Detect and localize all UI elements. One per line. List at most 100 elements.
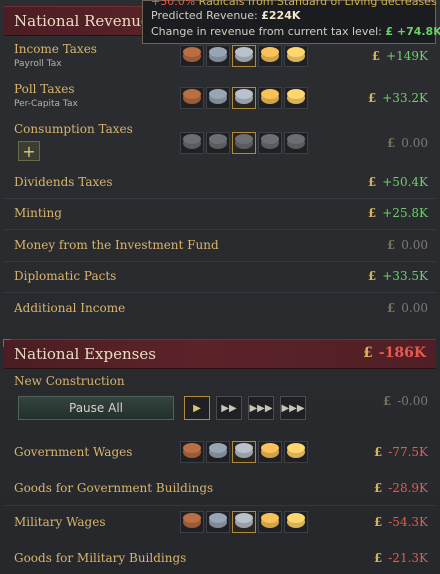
disabled-coins-icon: [235, 137, 253, 149]
investment-fund-value: £0.00: [386, 238, 428, 252]
iron-coins-icon: [209, 446, 227, 458]
copper-coins-icon: [183, 446, 201, 458]
tax-level-very-high[interactable]: [284, 45, 308, 67]
wage-level-very-high[interactable]: [284, 511, 308, 533]
national-expenses-title: National Expenses: [14, 345, 156, 363]
row-divider: [4, 292, 436, 293]
wage-level-very-low[interactable]: [180, 441, 204, 463]
tax-level-medium[interactable]: [232, 45, 256, 67]
tax-level-low[interactable]: [206, 132, 230, 154]
wage-level-low[interactable]: [206, 511, 230, 533]
row-divider: [4, 229, 436, 230]
tax-level-medium[interactable]: [232, 132, 256, 154]
poll-taxes-label: Poll Taxes: [14, 82, 75, 96]
tax-level-high[interactable]: [258, 45, 282, 67]
construction-speed-selector: ▶ ▶▶ ▶▶▶ ▶▶▶: [184, 396, 306, 420]
goods-military-label: Goods for Military Buildings: [14, 551, 187, 565]
row-divider: [4, 198, 436, 199]
goods-government-label: Goods for Government Buildings: [14, 481, 214, 495]
poll-tax-level-selector: [180, 87, 308, 109]
diplomatic-pacts-label: Diplomatic Pacts: [14, 269, 117, 283]
consumption-tax-level-selector: [180, 132, 308, 154]
wage-level-medium[interactable]: [232, 511, 256, 533]
expense-row-government-wages[interactable]: Government Wages £ -77.5K: [4, 440, 436, 466]
tax-level-very-low[interactable]: [180, 87, 204, 109]
speed-4-button[interactable]: ▶▶▶: [280, 396, 306, 420]
income-taxes-sublabel: Payroll Tax: [14, 59, 62, 69]
silver-coins-icon: [235, 92, 253, 104]
consumption-taxes-label: Consumption Taxes: [14, 122, 133, 136]
military-wages-level-selector: [180, 511, 308, 533]
tax-level-medium[interactable]: [232, 87, 256, 109]
goods-government-value: £ -28.9K: [373, 481, 428, 495]
speed-2-button[interactable]: ▶▶: [216, 396, 242, 420]
additional-income-value: £0.00: [386, 301, 428, 315]
tooltip-predicted-revenue: Predicted Revenue: £224K: [151, 9, 301, 22]
revenue-row-dividends-taxes: Dividends Taxes £ +50.4K: [4, 173, 436, 195]
speed-1-button[interactable]: ▶: [184, 396, 210, 420]
tax-level-very-low[interactable]: [180, 45, 204, 67]
national-revenue-title: National Revenue: [14, 12, 150, 30]
wage-level-low[interactable]: [206, 441, 230, 463]
minting-value: £ +25.8K: [367, 206, 428, 220]
expense-row-goods-government: Goods for Government Buildings £ -28.9K: [4, 479, 436, 501]
row-divider: [4, 505, 436, 506]
goods-military-value: £ -21.3K: [373, 551, 428, 565]
silver-coins-icon: [235, 516, 253, 528]
poll-taxes-sublabel: Per-Capita Tax: [14, 99, 78, 109]
expense-row-military-wages[interactable]: Military Wages £ -54.3K: [4, 510, 436, 536]
military-wages-label: Military Wages: [14, 515, 106, 529]
consumption-taxes-value: £0.00: [386, 136, 428, 150]
tax-level-high[interactable]: [258, 132, 282, 154]
expense-row-new-construction: New Construction Pause All ▶ ▶▶ ▶▶▶ ▶▶▶ …: [4, 372, 436, 428]
tax-level-low[interactable]: [206, 45, 230, 67]
tax-level-very-high[interactable]: [284, 132, 308, 154]
new-construction-label: New Construction: [14, 374, 125, 388]
gold-stack-icon: [287, 446, 305, 458]
tax-level-high[interactable]: [258, 87, 282, 109]
revenue-row-investment-fund: Money from the Investment Fund £0.00: [4, 236, 436, 258]
wage-level-very-high[interactable]: [284, 441, 308, 463]
wage-level-high[interactable]: [258, 441, 282, 463]
wage-level-very-low[interactable]: [180, 511, 204, 533]
budget-panel: National Revenue Income Taxes Payroll Ta…: [0, 0, 440, 574]
income-taxes-label: Income Taxes: [14, 42, 97, 56]
wage-level-high[interactable]: [258, 511, 282, 533]
diplomatic-pacts-value: £ +33.5K: [367, 269, 428, 283]
military-wages-value: £ -54.3K: [373, 515, 428, 529]
tax-level-low[interactable]: [206, 87, 230, 109]
add-consumption-tax-button[interactable]: +: [18, 141, 40, 161]
additional-income-label: Additional Income: [14, 301, 126, 315]
revenue-row-consumption-taxes[interactable]: Consumption Taxes + £0.00: [4, 120, 436, 168]
government-wages-level-selector: [180, 441, 308, 463]
silver-coins-icon: [235, 50, 253, 62]
dividends-taxes-value: £ +50.4K: [367, 175, 428, 189]
row-divider: [4, 261, 436, 262]
tooltip-revenue-change: Change in revenue from current tax level…: [151, 25, 440, 38]
wage-level-medium[interactable]: [232, 441, 256, 463]
tooltip-radicals-line: +30.0% Radicals from Standard of Living …: [151, 0, 437, 8]
gold-coins-icon: [261, 516, 279, 528]
disabled-coins-icon: [287, 137, 305, 149]
dividends-taxes-label: Dividends Taxes: [14, 175, 113, 189]
tax-level-tooltip: +30.0% Radicals from Standard of Living …: [142, 0, 440, 44]
speed-3-button[interactable]: ▶▶▶: [248, 396, 274, 420]
gold-coins-icon: [261, 446, 279, 458]
investment-fund-label: Money from the Investment Fund: [14, 238, 219, 252]
expense-row-goods-military: Goods for Military Buildings £ -21.3K: [4, 549, 436, 571]
copper-coins-icon: [183, 92, 201, 104]
copper-coins-icon: [183, 516, 201, 528]
frame-corner: [3, 339, 11, 347]
income-taxes-value: £ +149K: [371, 49, 428, 63]
revenue-row-income-taxes[interactable]: Income Taxes Payroll Tax £ +149K: [4, 40, 436, 74]
revenue-row-poll-taxes[interactable]: Poll Taxes Per-Capita Tax £ +33.2K: [4, 80, 436, 114]
silver-coins-icon: [235, 446, 253, 458]
national-expenses-header: National Expenses £ -186K: [3, 339, 436, 369]
national-expenses-total: £ -186K: [363, 345, 426, 361]
tax-level-very-high[interactable]: [284, 87, 308, 109]
disabled-coins-icon: [209, 137, 227, 149]
pause-all-button[interactable]: Pause All: [18, 396, 174, 420]
gold-coins-icon: [261, 50, 279, 62]
tax-level-very-low[interactable]: [180, 132, 204, 154]
iron-coins-icon: [209, 92, 227, 104]
